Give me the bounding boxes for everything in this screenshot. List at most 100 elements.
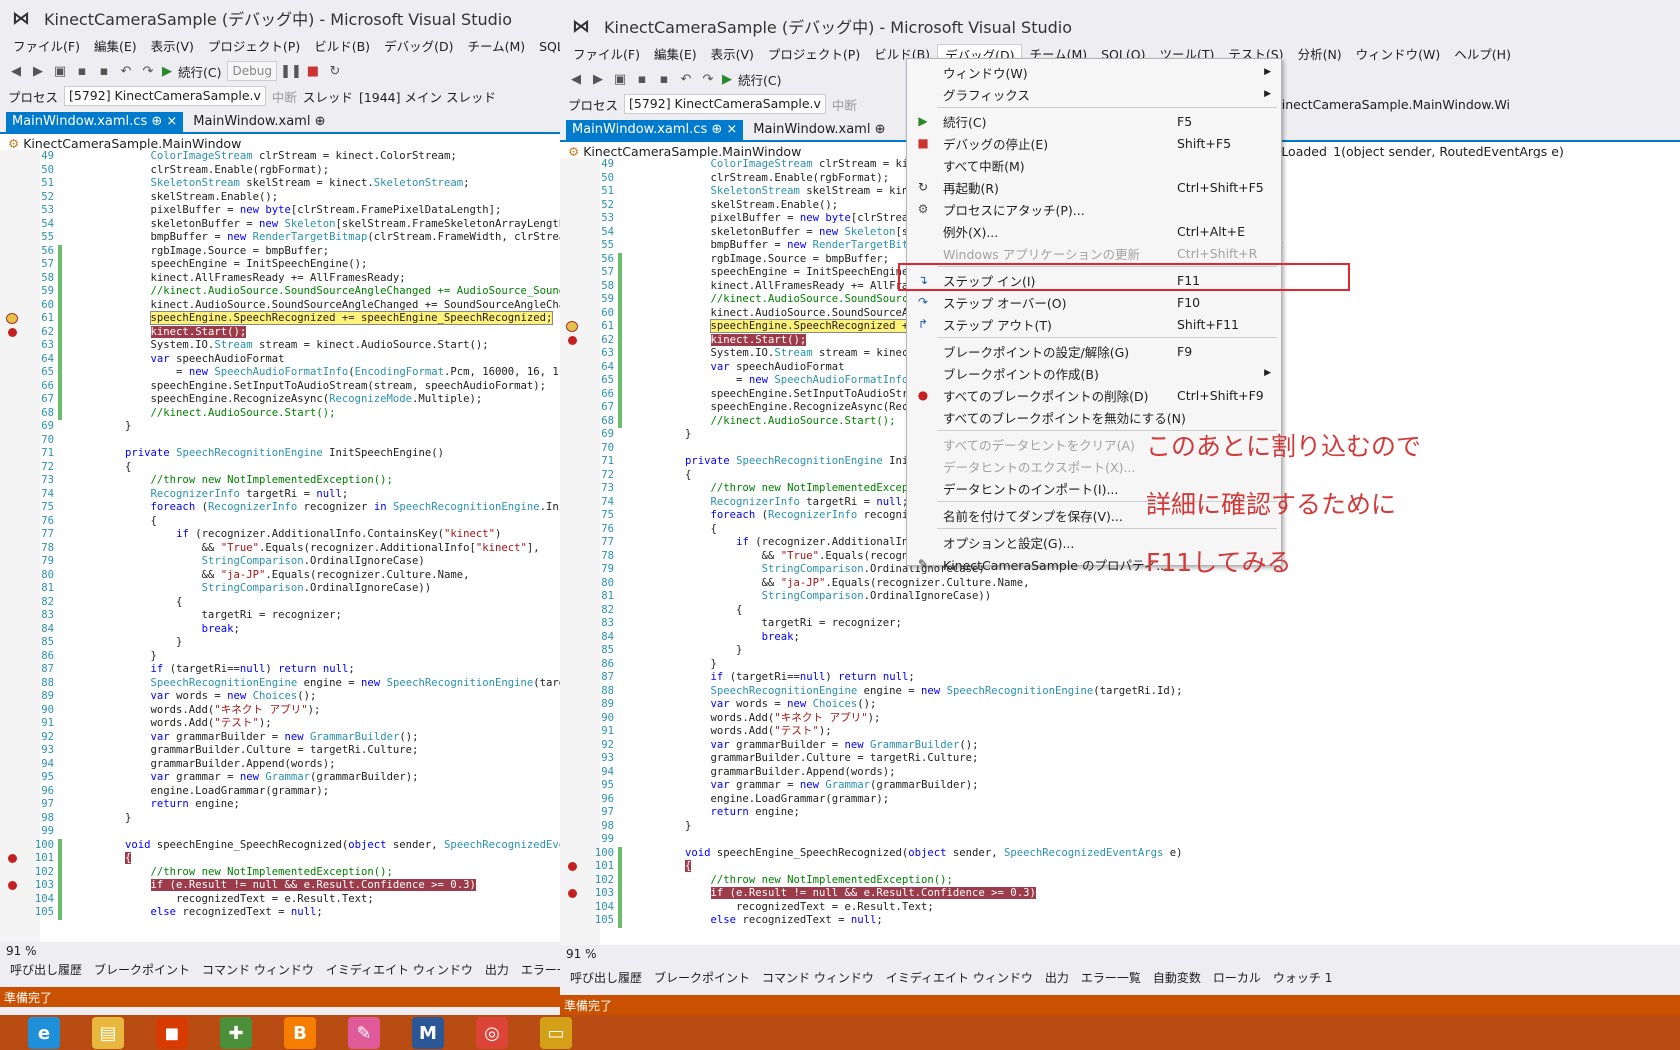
code-line[interactable]: 96 engine.LoadGrammar(grammar); — [0, 785, 560, 799]
tool-window-tab[interactable]: コマンド ウィンドウ — [756, 969, 880, 986]
taskbar-metro-icon[interactable]: M — [412, 1017, 444, 1049]
code-line[interactable]: 105 else recognizedText = null; — [0, 906, 560, 920]
code-line[interactable]: 69 } — [0, 420, 560, 434]
tool-window-tab[interactable]: 出力 — [1039, 969, 1075, 986]
code-line[interactable]: 94 grammarBuilder.Append(words); — [0, 758, 560, 772]
code-line[interactable]: 71 private SpeechRecognitionEngine InitS… — [0, 447, 560, 461]
save-icon[interactable]: ▪ — [634, 71, 650, 87]
forward-icon[interactable]: ▶ — [30, 63, 46, 79]
menu-item[interactable]: ■ デバッグの停止(E) Shift+F5 — [907, 132, 1281, 154]
tool-window-tab[interactable]: 自動変数 — [1147, 969, 1207, 986]
breakpoint-icon[interactable] — [8, 881, 17, 890]
code-line[interactable]: 99 — [560, 833, 1680, 847]
code-line[interactable]: 98 } — [560, 820, 1680, 834]
menu-item[interactable]: ● すべてのブレークポイントの削除(D) Ctrl+Shift+F9 — [907, 384, 1281, 406]
code-line[interactable]: 63 System.IO.Stream stream = kinect.Audi… — [0, 339, 560, 353]
nav-class[interactable]: KinectCameraSample.MainWindow — [583, 144, 801, 159]
code-line[interactable]: 98 } — [0, 812, 560, 826]
code-line[interactable]: 84 break; — [0, 623, 560, 637]
breakpoint-icon[interactable] — [568, 889, 577, 898]
taskbar-ie-icon[interactable]: e — [28, 1017, 60, 1049]
code-line[interactable]: 65 = new SpeechAudioFormatInfo(EncodingF… — [0, 366, 560, 380]
code-line[interactable]: 100 void speechEngine_SpeechRecognized(o… — [0, 838, 560, 852]
code-line[interactable]: 90 words.Add("キネクト アプリ"); — [0, 704, 560, 718]
code-line[interactable]: 105 else recognizedText = null; — [560, 914, 1680, 928]
code-line[interactable]: 83 targetRi = recognizer; — [560, 617, 1680, 631]
tool-window-tab[interactable]: エラー一覧 — [1075, 969, 1147, 986]
code-line[interactable]: 94 grammarBuilder.Append(words); — [560, 766, 1680, 780]
code-line[interactable]: 78 && "True".Equals(recognizer.Additiona… — [0, 542, 560, 556]
code-line[interactable]: 61 speechEngine.SpeechRecognized += spee… — [0, 311, 560, 326]
code-line[interactable]: 84 break; — [560, 631, 1680, 645]
code-line[interactable]: 85 } — [560, 644, 1680, 658]
code-line[interactable]: 68 //kinect.AudioSource.Start(); — [0, 406, 560, 420]
code-editor[interactable]: 49 ColorImageStream clrStream = kinect.C… — [0, 150, 560, 942]
tab-mainwindow-xaml[interactable]: MainWindow.xaml ⊕ — [187, 112, 331, 132]
stack-frame-value[interactable]: KinectCameraSample.MainWindow.Wi — [1274, 97, 1510, 112]
back-icon[interactable]: ◀ — [8, 63, 24, 79]
code-line[interactable]: 97 return engine; — [560, 806, 1680, 820]
code-line[interactable]: 81 StringComparison.OrdinalIgnoreCase)) — [560, 590, 1680, 604]
save-all-icon[interactable]: ▪ — [656, 71, 672, 87]
code-line[interactable]: 95 var grammar = new Grammar(grammarBuil… — [0, 771, 560, 785]
code-line[interactable]: 67 speechEngine.RecognizeAsync(Recognize… — [0, 393, 560, 407]
continue-button[interactable]: 続行(C) — [738, 70, 781, 89]
restart-icon[interactable]: ↻ — [327, 63, 343, 79]
pause-icon[interactable]: ❚❚ — [280, 63, 302, 79]
config-select[interactable]: Debug — [227, 61, 277, 81]
menu-item[interactable]: SQL(Q) — [532, 36, 560, 58]
code-line[interactable]: 73 //throw new NotImplementedException()… — [0, 474, 560, 488]
code-line[interactable]: 80 && "ja-JP".Equals(recognizer.Culture.… — [0, 569, 560, 583]
zoom-level[interactable]: 91 % — [566, 947, 597, 961]
code-line[interactable]: 91 words.Add("テスト"); — [0, 717, 560, 731]
tool-window-tab[interactable]: ウォッチ 1 — [1267, 969, 1338, 986]
code-line[interactable]: 82 { — [560, 604, 1680, 618]
tab-mainwindow-xaml[interactable]: MainWindow.xaml ⊕ — [747, 120, 891, 140]
process-select[interactable]: [5792] KinectCameraSample.v — [64, 86, 266, 106]
code-line[interactable]: 70 — [0, 434, 560, 448]
taskbar-explorer-icon[interactable]: ▤ — [92, 1017, 124, 1049]
undo-icon[interactable]: ↶ — [118, 63, 134, 79]
breakpoint-icon[interactable] — [568, 862, 577, 871]
code-line[interactable]: 101 { — [560, 860, 1680, 874]
menu-item[interactable]: 例外(X)... Ctrl+Alt+E — [907, 220, 1281, 242]
tool-window-tab[interactable]: 出力 — [479, 961, 515, 978]
tab-mainwindow-xaml-cs[interactable]: MainWindow.xaml.cs ⊕ × — [6, 112, 184, 132]
thread-value[interactable]: [1944] メイン スレッド — [359, 87, 496, 106]
menu-item[interactable]: プロジェクト(P) — [201, 36, 307, 58]
menu-item[interactable]: ヘルプ(H) — [1447, 44, 1518, 66]
menu-item[interactable]: ウィンドウ(W) ▶ — [907, 61, 1281, 83]
code-line[interactable]: 88 SpeechRecognitionEngine engine = new … — [560, 685, 1680, 699]
code-line[interactable]: 51 SkeletonStream skelStream = kinect.Sk… — [0, 177, 560, 191]
menu-item[interactable]: ↷ ステップ オーバー(O) F10 — [907, 291, 1281, 313]
code-line[interactable]: 66 speechEngine.SetInputToAudioStream(st… — [0, 379, 560, 393]
tool-window-tab[interactable]: ブレークポイント — [648, 969, 756, 986]
menu-item[interactable]: 編集(E) — [647, 44, 704, 66]
menu-item[interactable]: 分析(N) — [1291, 44, 1349, 66]
breakpoint-icon[interactable] — [8, 327, 17, 337]
code-line[interactable]: 101 { — [0, 852, 560, 866]
code-line[interactable]: 72 { — [0, 461, 560, 475]
taskbar-card-icon[interactable]: ▭ — [540, 1017, 572, 1049]
menu-item[interactable]: すべてのブレークポイントを無効にする(N) — [907, 406, 1281, 428]
tool-window-tab[interactable]: ブレークポイント — [88, 961, 196, 978]
undo-icon[interactable]: ↶ — [678, 71, 694, 87]
code-line[interactable]: 103 if (e.Result != null && e.Result.Con… — [560, 887, 1680, 901]
code-line[interactable]: 55 bmpBuffer = new RenderTargetBitmap(cl… — [0, 231, 560, 245]
menu-item[interactable]: ビルド(B) — [307, 36, 377, 58]
code-line[interactable]: 92 var grammarBuilder = new GrammarBuild… — [0, 731, 560, 745]
menu-item[interactable]: グラフィックス ▶ — [907, 83, 1281, 105]
menu-item[interactable]: ▶ 続行(C) F5 — [907, 110, 1281, 132]
code-line[interactable]: 100 void speechEngine_SpeechRecognized(o… — [560, 846, 1680, 860]
menu-item[interactable]: ↱ ステップ アウト(T) Shift+F11 — [907, 313, 1281, 335]
code-line[interactable]: 80 && "ja-JP".Equals(recognizer.Culture.… — [560, 577, 1680, 591]
menu-item[interactable]: ブレークポイントの作成(B) ▶ — [907, 362, 1281, 384]
code-line[interactable]: 96 engine.LoadGrammar(grammar); — [560, 793, 1680, 807]
process-select[interactable]: [5792] KinectCameraSample.v — [624, 94, 826, 114]
code-line[interactable]: 87 if (targetRi==null) return null; — [0, 663, 560, 677]
tool-window-tab[interactable]: 呼び出し履歴 — [4, 961, 88, 978]
code-line[interactable]: 49 ColorImageStream clrStream = kinect.C… — [0, 150, 560, 164]
code-line[interactable]: 104 recognizedText = e.Result.Text; — [560, 900, 1680, 914]
stop-icon[interactable]: ■ — [305, 63, 321, 79]
continue-button[interactable]: 続行(C) — [178, 62, 221, 81]
